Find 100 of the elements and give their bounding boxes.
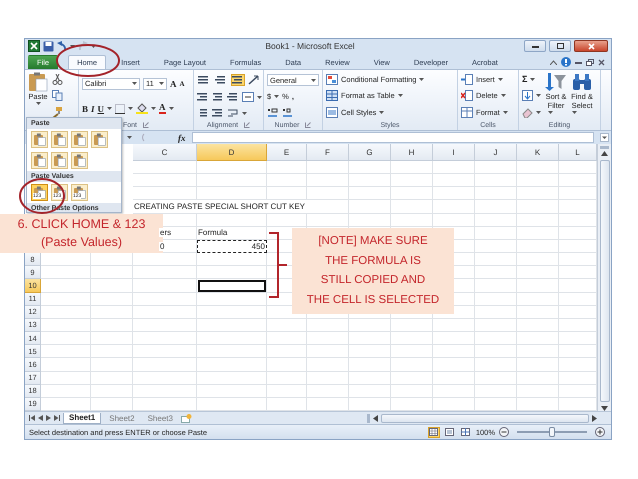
empty-cell[interactable] bbox=[133, 318, 197, 332]
empty-cell[interactable] bbox=[391, 214, 433, 227]
empty-cell[interactable] bbox=[475, 214, 517, 227]
empty-cell[interactable] bbox=[517, 279, 559, 293]
empty-cell[interactable] bbox=[349, 384, 391, 398]
empty-cell[interactable] bbox=[391, 318, 433, 332]
caret-icon[interactable] bbox=[168, 107, 174, 110]
empty-cell[interactable] bbox=[391, 372, 433, 385]
empty-cell[interactable] bbox=[517, 372, 559, 385]
empty-cell[interactable] bbox=[475, 226, 517, 240]
empty-cell[interactable] bbox=[133, 279, 197, 293]
next-sheet-icon[interactable] bbox=[46, 415, 51, 421]
empty-cell[interactable] bbox=[267, 384, 307, 398]
spreadsheet-app-icon[interactable] bbox=[28, 40, 40, 52]
empty-cell[interactable] bbox=[133, 174, 197, 188]
sheet-tab[interactable]: Sheet3 bbox=[142, 412, 178, 424]
empty-cell[interactable] bbox=[517, 318, 559, 332]
empty-cell[interactable] bbox=[133, 345, 197, 358]
wrap-text-icon[interactable] bbox=[227, 108, 239, 118]
empty-cell[interactable] bbox=[349, 318, 391, 332]
empty-cell[interactable] bbox=[517, 266, 559, 280]
caret-icon[interactable] bbox=[311, 78, 316, 82]
caret-icon[interactable] bbox=[274, 95, 280, 98]
empty-cell[interactable] bbox=[349, 332, 391, 346]
empty-cell[interactable] bbox=[475, 332, 517, 346]
empty-cell[interactable] bbox=[133, 358, 197, 372]
empty-cell[interactable] bbox=[391, 161, 433, 174]
empty-cell[interactable] bbox=[475, 372, 517, 385]
empty-cell[interactable] bbox=[307, 358, 349, 372]
empty-cell[interactable] bbox=[475, 306, 517, 319]
previous-sheet-icon[interactable] bbox=[38, 415, 43, 421]
empty-cell[interactable] bbox=[267, 187, 307, 200]
slider-thumb[interactable] bbox=[549, 427, 555, 437]
increase-indent-icon[interactable] bbox=[212, 108, 224, 118]
fill-down-icon[interactable] bbox=[522, 90, 533, 101]
caret-icon[interactable] bbox=[107, 107, 112, 110]
bold-button[interactable]: B bbox=[82, 104, 88, 114]
empty-cell[interactable] bbox=[433, 214, 475, 227]
caret-icon[interactable] bbox=[127, 136, 132, 139]
caret-icon[interactable] bbox=[242, 112, 247, 114]
empty-cell[interactable] bbox=[307, 214, 349, 227]
empty-cell[interactable] bbox=[433, 161, 475, 174]
formula-input[interactable] bbox=[192, 132, 594, 143]
empty-cell[interactable] bbox=[475, 174, 517, 188]
collapse-ribbon-icon[interactable] bbox=[550, 60, 557, 64]
save-icon[interactable] bbox=[43, 40, 54, 52]
empty-cell[interactable] bbox=[475, 253, 517, 266]
scrollbar-thumb[interactable] bbox=[381, 414, 589, 422]
empty-cell[interactable] bbox=[349, 174, 391, 188]
caret-icon[interactable] bbox=[419, 78, 424, 81]
caret-icon[interactable] bbox=[36, 102, 40, 106]
empty-cell[interactable] bbox=[91, 358, 133, 372]
empty-cell[interactable] bbox=[91, 318, 133, 332]
caret-icon[interactable] bbox=[498, 78, 503, 81]
selected-cell[interactable] bbox=[197, 279, 267, 293]
empty-cell[interactable] bbox=[391, 332, 433, 346]
font-color-button[interactable]: A bbox=[159, 103, 166, 114]
format-cells-icon[interactable] bbox=[461, 107, 473, 118]
empty-cell[interactable] bbox=[517, 253, 559, 266]
delete-cells-icon[interactable] bbox=[461, 90, 473, 102]
empty-cell[interactable] bbox=[433, 318, 475, 332]
empty-cell[interactable] bbox=[517, 161, 559, 174]
empty-cell[interactable] bbox=[197, 345, 267, 358]
empty-cell[interactable] bbox=[197, 253, 267, 266]
empty-cell[interactable] bbox=[349, 187, 391, 200]
empty-cell[interactable] bbox=[391, 358, 433, 372]
empty-cell[interactable] bbox=[91, 332, 133, 346]
italic-button[interactable]: I bbox=[91, 104, 95, 114]
empty-cell[interactable] bbox=[197, 306, 267, 319]
column-header[interactable]: C bbox=[133, 144, 197, 161]
empty-cell[interactable] bbox=[91, 372, 133, 385]
empty-cell[interactable] bbox=[133, 384, 197, 398]
caret-icon[interactable] bbox=[536, 94, 541, 97]
align-left-icon[interactable] bbox=[197, 92, 209, 102]
empty-cell[interactable] bbox=[433, 174, 475, 188]
empty-cell[interactable] bbox=[307, 174, 349, 188]
empty-cell[interactable] bbox=[267, 318, 307, 332]
empty-cell[interactable] bbox=[349, 372, 391, 385]
eraser-icon[interactable] bbox=[522, 107, 533, 118]
caret-icon[interactable] bbox=[572, 110, 577, 114]
empty-cell[interactable] bbox=[267, 372, 307, 385]
column-header[interactable]: H bbox=[391, 144, 433, 161]
empty-cell[interactable] bbox=[307, 372, 349, 385]
autosum-button[interactable]: Σ bbox=[522, 74, 528, 84]
empty-cell[interactable] bbox=[475, 187, 517, 200]
empty-cell[interactable] bbox=[475, 358, 517, 372]
column-header[interactable]: G bbox=[349, 144, 391, 161]
empty-cell[interactable] bbox=[517, 226, 559, 240]
align-center-icon[interactable] bbox=[212, 92, 224, 102]
empty-cell[interactable] bbox=[307, 384, 349, 398]
empty-cell[interactable] bbox=[307, 318, 349, 332]
caret-icon[interactable] bbox=[132, 82, 137, 86]
empty-cell[interactable] bbox=[517, 345, 559, 358]
column-header[interactable]: E bbox=[267, 144, 307, 161]
merge-cells-icon[interactable] bbox=[242, 92, 254, 102]
empty-cell[interactable] bbox=[433, 372, 475, 385]
sheet-tab[interactable]: Sheet2 bbox=[104, 412, 140, 424]
redo-icon[interactable] bbox=[78, 41, 88, 51]
empty-cell[interactable] bbox=[267, 174, 307, 188]
empty-cell[interactable] bbox=[197, 161, 267, 174]
